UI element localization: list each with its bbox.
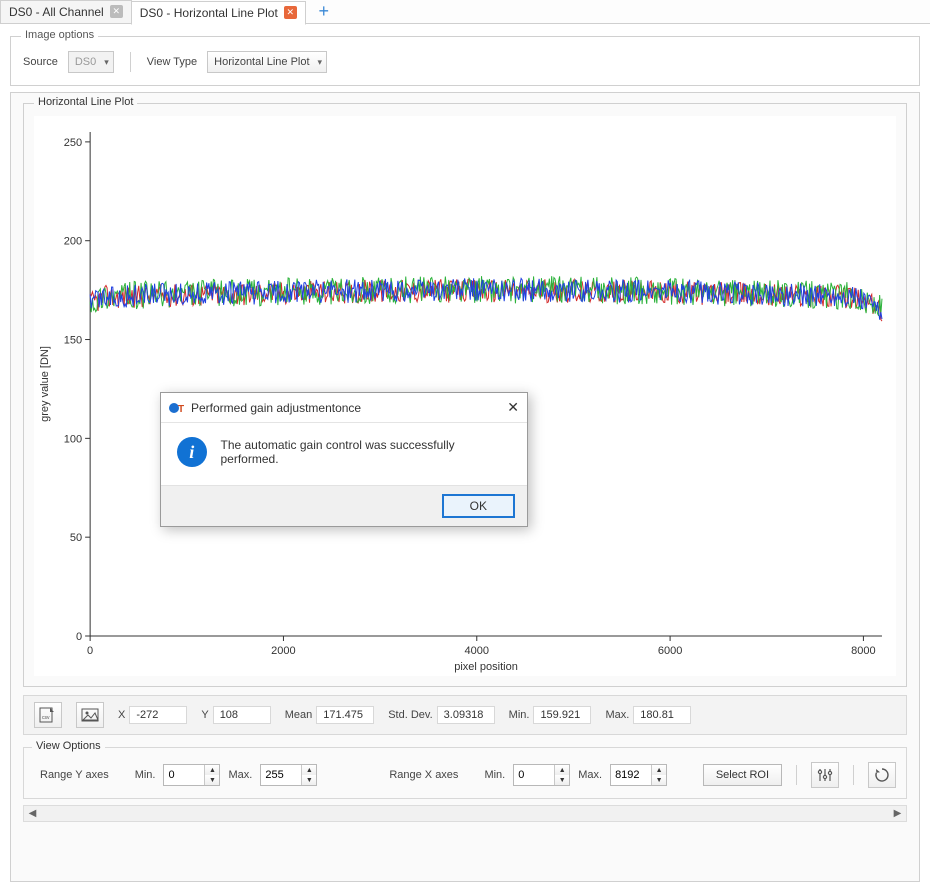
app-icon: T [169, 400, 185, 416]
range-y-label: Range Y axes [40, 769, 109, 781]
close-icon[interactable]: ✕ [110, 5, 123, 18]
spin-down-icon[interactable]: ▼ [302, 775, 316, 785]
svg-text:csv: csv [42, 715, 50, 721]
min-label: Min. [135, 769, 156, 781]
tab-label: DS0 - Horizontal Line Plot [140, 6, 278, 20]
refresh-button[interactable] [868, 762, 896, 788]
min-value: 159.921 [533, 706, 591, 724]
svg-text:0: 0 [76, 631, 82, 643]
separator [130, 52, 131, 72]
source-dropdown[interactable]: DS0 ▾ [68, 51, 114, 73]
tab-all-channel[interactable]: DS0 - All Channel ✕ [0, 0, 132, 24]
mean-value: 171.475 [316, 706, 374, 724]
close-icon[interactable]: ✕ [507, 399, 519, 416]
svg-text:2000: 2000 [271, 645, 296, 657]
spin-up-icon[interactable]: ▲ [205, 765, 219, 775]
tab-bar: DS0 - All Channel ✕ DS0 - Horizontal Lin… [0, 0, 930, 24]
svg-text:grey value [DN]: grey value [DN] [39, 346, 51, 422]
svg-text:50: 50 [70, 532, 82, 544]
plot-group-title: Horizontal Line Plot [34, 96, 137, 108]
x-max-input[interactable]: ▲▼ [610, 764, 667, 786]
info-icon: i [177, 437, 207, 467]
export-csv-button[interactable]: csv [34, 702, 62, 728]
spin-up-icon[interactable]: ▲ [652, 765, 666, 775]
select-roi-button[interactable]: Select ROI [703, 764, 782, 786]
y-max-input[interactable]: ▲▼ [260, 764, 317, 786]
svg-text:250: 250 [64, 137, 82, 149]
y-value: 108 [213, 706, 271, 724]
export-image-button[interactable] [76, 702, 104, 728]
ok-button[interactable]: OK [442, 494, 515, 518]
svg-text:100: 100 [64, 433, 82, 445]
spin-up-icon[interactable]: ▲ [302, 765, 316, 775]
view-type-label: View Type [147, 56, 197, 68]
scroll-left-icon[interactable]: ◀ [24, 806, 41, 821]
image-options-legend: Image options [21, 29, 98, 41]
max-label: Max. [228, 769, 252, 781]
x-value: -272 [129, 706, 187, 724]
std-label: Std. Dev. [388, 709, 432, 721]
max-label: Max. [578, 769, 602, 781]
chevron-down-icon: ▾ [318, 57, 323, 68]
spin-down-icon[interactable]: ▼ [652, 775, 666, 785]
dialog-title: Performed gain adjustmentonce [191, 401, 361, 415]
spin-down-icon[interactable]: ▼ [205, 775, 219, 785]
svg-text:T: T [178, 404, 184, 415]
spin-down-icon[interactable]: ▼ [555, 775, 569, 785]
max-value: 180.81 [633, 706, 691, 724]
svg-text:8000: 8000 [851, 645, 876, 657]
spin-up-icon[interactable]: ▲ [555, 765, 569, 775]
y-min-input[interactable]: ▲▼ [163, 764, 220, 786]
x-label: X [118, 709, 125, 721]
min-label: Min. [509, 709, 530, 721]
range-x-label: Range X axes [389, 769, 458, 781]
dialog-titlebar[interactable]: T Performed gain adjustmentonce ✕ [161, 393, 527, 423]
horizontal-scrollbar[interactable]: ◀ ▶ [23, 805, 907, 822]
gain-adjustment-dialog: T Performed gain adjustmentonce ✕ i The … [160, 392, 528, 527]
scroll-right-icon[interactable]: ▶ [889, 806, 906, 821]
svg-text:150: 150 [64, 335, 82, 347]
chevron-down-icon: ▾ [104, 57, 109, 68]
tab-horizontal-line-plot[interactable]: DS0 - Horizontal Line Plot ✕ [131, 1, 306, 25]
x-min-input[interactable]: ▲▼ [513, 764, 570, 786]
source-label: Source [23, 56, 58, 68]
image-options-group: Image options Source DS0 ▾ View Type Hor… [10, 36, 920, 86]
tab-label: DS0 - All Channel [9, 5, 104, 19]
std-value: 3.09318 [437, 706, 495, 724]
svg-text:4000: 4000 [465, 645, 490, 657]
separator [796, 765, 797, 785]
mean-label: Mean [285, 709, 313, 721]
stats-bar: csv X -272 Y 108 Mean171.475 Std. Dev. 3.09… [23, 695, 907, 735]
max-label: Max. [605, 709, 629, 721]
settings-sliders-button[interactable] [811, 762, 839, 788]
separator [853, 765, 854, 785]
view-options-group: View Options Range Y axes Min. ▲▼ Max. ▲… [23, 747, 907, 799]
y-label: Y [201, 709, 208, 721]
svg-text:6000: 6000 [658, 645, 683, 657]
dialog-message: The automatic gain control was successfu… [221, 438, 512, 466]
svg-text:pixel position: pixel position [454, 661, 518, 673]
view-options-legend: View Options [32, 740, 105, 752]
dropdown-value: DS0 [75, 56, 96, 68]
close-icon[interactable]: ✕ [284, 6, 297, 19]
min-label: Min. [484, 769, 505, 781]
svg-text:200: 200 [64, 236, 82, 248]
add-tab-button[interactable]: + [313, 1, 335, 23]
dropdown-value: Horizontal Line Plot [214, 56, 309, 68]
view-type-dropdown[interactable]: Horizontal Line Plot ▾ [207, 51, 327, 73]
svg-text:0: 0 [87, 645, 93, 657]
